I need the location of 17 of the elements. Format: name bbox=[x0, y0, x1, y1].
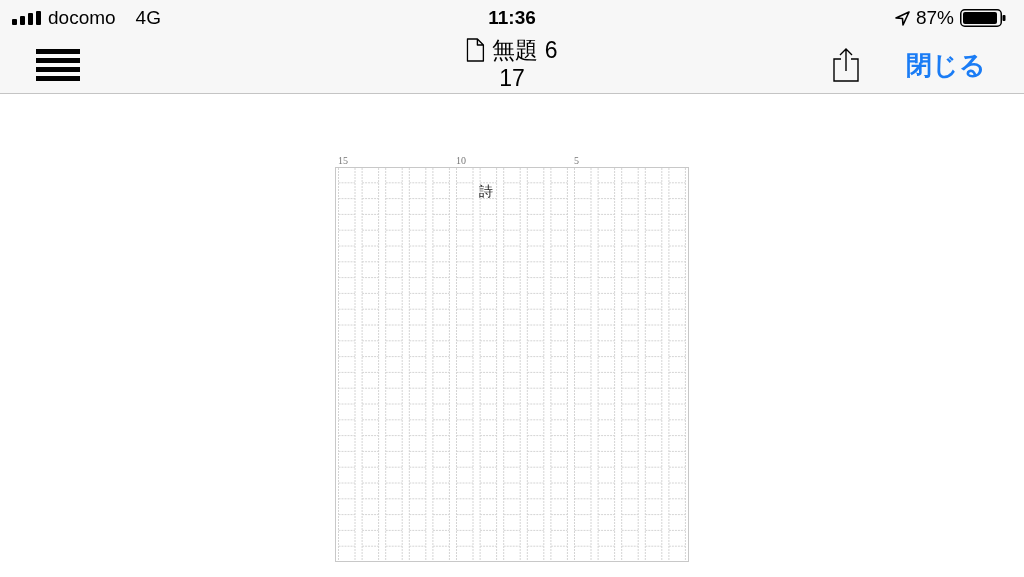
share-button[interactable] bbox=[832, 47, 860, 83]
clock-time: 11:36 bbox=[488, 7, 536, 29]
carrier-name: docomo bbox=[48, 7, 116, 29]
close-button[interactable]: 閉じる bbox=[906, 47, 986, 83]
manuscript-text[interactable]: 詩 bbox=[479, 184, 493, 200]
document-title: 無題 6 bbox=[492, 36, 558, 64]
signal-icon bbox=[12, 11, 42, 25]
battery-icon bbox=[960, 9, 1006, 27]
character-count: 17 bbox=[499, 64, 525, 92]
column-number: 10 bbox=[455, 155, 467, 166]
location-arrow-icon bbox=[894, 10, 910, 26]
network-type: 4G bbox=[135, 7, 161, 29]
column-number: 15 bbox=[337, 155, 349, 166]
document-icon bbox=[466, 38, 485, 62]
battery-percent: 87% bbox=[915, 7, 954, 29]
column-number: 5 bbox=[573, 155, 580, 166]
menu-button[interactable] bbox=[36, 47, 80, 83]
